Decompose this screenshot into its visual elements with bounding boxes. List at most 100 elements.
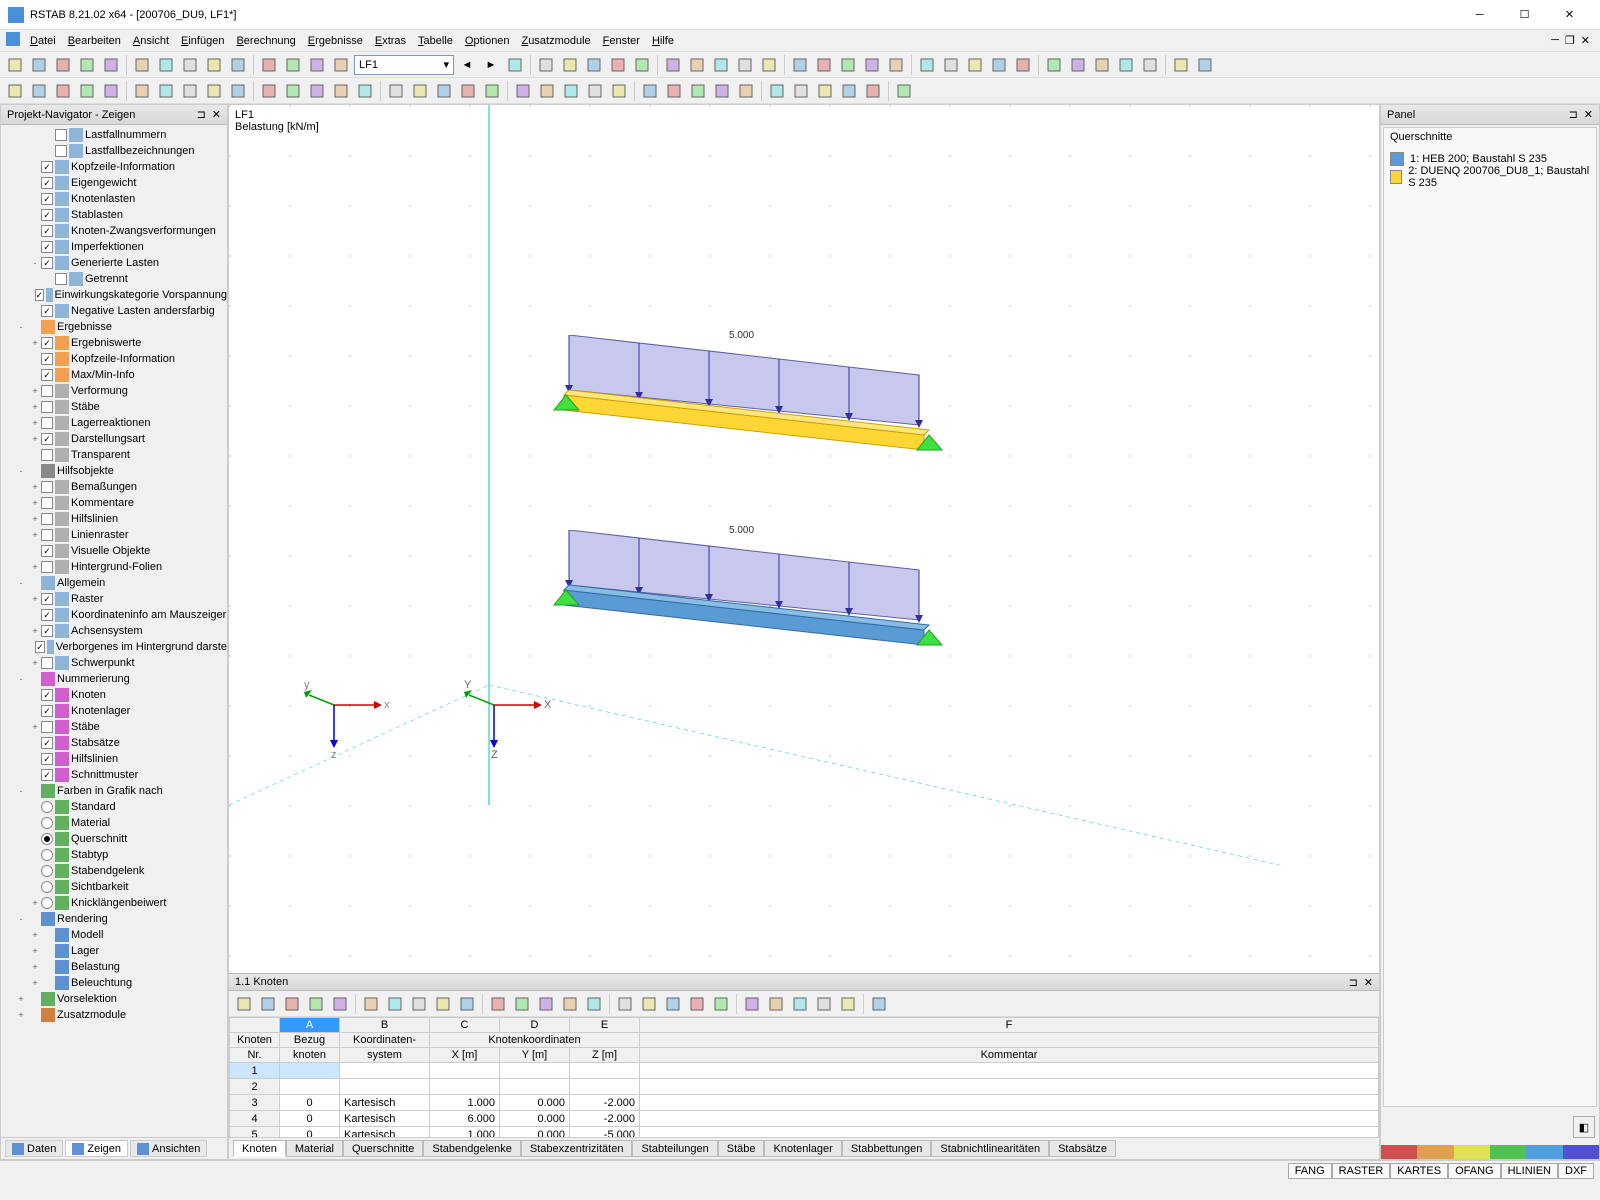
toolbar-button[interactable] [1115,54,1137,76]
toolbar-button[interactable] [1139,54,1161,76]
expand-icon[interactable]: + [29,625,41,637]
toolbar-button[interactable] [306,54,328,76]
expand-icon[interactable] [29,241,41,253]
table-row[interactable]: 40Kartesisch6.0000.000-2.000 [230,1111,1379,1127]
menu-item-optionen[interactable]: Optionen [459,33,516,49]
checkbox[interactable] [55,129,67,141]
menu-item-extras[interactable]: Extras [369,33,412,49]
expand-icon[interactable]: + [29,561,41,573]
toolbar-button[interactable] [28,54,50,76]
tree-node[interactable]: -Allgemein [1,575,227,591]
viewport-3d[interactable]: LF1 Belastung [kN/m] [229,105,1379,973]
expand-icon[interactable] [29,769,41,781]
panel-button-1[interactable]: ◧ [1573,1116,1595,1138]
toolbar-button[interactable] [258,80,280,102]
toolbar-button[interactable] [1067,54,1089,76]
checkbox[interactable] [55,145,67,157]
tree-node[interactable]: +✓Achsensystem [1,623,227,639]
toolbar-button[interactable] [687,80,709,102]
tree-node[interactable]: +Stäbe [1,399,227,415]
toolbar-button[interactable] [203,54,225,76]
radio[interactable] [41,849,53,861]
tree-node[interactable]: +Vorselektion [1,991,227,1007]
status-button-ofang[interactable]: OFANG [1448,1163,1501,1179]
tree-node[interactable]: -Ergebnisse [1,319,227,335]
toolbar-button[interactable] [28,80,50,102]
tree-node[interactable]: +Verformung [1,383,227,399]
toolbar-button[interactable] [686,993,708,1015]
expand-icon[interactable]: + [29,385,41,397]
grid-tab[interactable]: Knotenlager [764,1140,841,1157]
toolbar-button[interactable] [741,993,763,1015]
expand-icon[interactable] [43,129,55,141]
tree-node[interactable]: ✓Koordinateninfo am Mauszeiger [1,607,227,623]
expand-icon[interactable]: - [15,321,27,333]
toolbar-button[interactable] [100,80,122,102]
tree-node[interactable]: +✓Raster [1,591,227,607]
menu-item-hilfe[interactable]: Hilfe [646,33,680,49]
toolbar-button[interactable] [608,80,630,102]
checkbox[interactable]: ✓ [41,705,53,717]
toolbar-button[interactable] [4,54,26,76]
tree-node[interactable]: ✓Einwirkungskategorie Vorspannung [1,287,227,303]
checkbox[interactable]: ✓ [41,225,53,237]
toolbar-button[interactable] [765,993,787,1015]
tree-node[interactable]: ✓Negative Lasten andersfarbig [1,303,227,319]
expand-icon[interactable]: - [15,673,27,685]
toolbar-button[interactable] [638,993,660,1015]
tree-node[interactable]: -Rendering [1,911,227,927]
expand-icon[interactable] [43,273,55,285]
menu-item-bearbeiten[interactable]: Bearbeiten [62,33,127,49]
tree-node[interactable]: Lastfallnummern [1,127,227,143]
tree-node[interactable]: +Linienraster [1,527,227,543]
mdi-minimize-button[interactable]: ─ [1551,34,1559,47]
tree-node[interactable]: ✓Knoten [1,687,227,703]
checkbox[interactable]: ✓ [41,609,53,621]
tree-node[interactable]: ✓Knoten-Zwangsverformungen [1,223,227,239]
expand-icon[interactable] [29,753,41,765]
tree-node[interactable]: +Knicklängenbeiwert [1,895,227,911]
toolbar-button[interactable] [131,80,153,102]
pin-icon[interactable]: ⊐ [197,108,206,121]
toolbar-button[interactable] [893,80,915,102]
checkbox[interactable]: ✓ [41,177,53,189]
expand-icon[interactable] [29,865,41,877]
tree-node[interactable]: +Hintergrund-Folien [1,559,227,575]
expand-icon[interactable]: + [29,721,41,733]
expand-icon[interactable] [29,353,41,365]
toolbar-button[interactable] [76,54,98,76]
expand-icon[interactable]: + [29,961,41,973]
checkbox[interactable]: ✓ [41,209,53,221]
toolbar-button[interactable] [258,54,280,76]
toolbar-button[interactable] [639,80,661,102]
table-row[interactable]: 2 [230,1079,1379,1095]
status-button-raster[interactable]: RASTER [1332,1163,1391,1179]
mdi-close-button[interactable]: ✕ [1581,34,1590,47]
menu-item-tabelle[interactable]: Tabelle [412,33,459,49]
tree-node[interactable]: +Lager [1,943,227,959]
grid-tab[interactable]: Knoten [233,1140,286,1157]
toolbar-button[interactable] [179,54,201,76]
expand-icon[interactable]: + [29,929,41,941]
expand-icon[interactable]: + [29,337,41,349]
toolbar-button[interactable] [583,54,605,76]
toolbar-button[interactable] [511,993,533,1015]
checkbox[interactable]: ✓ [41,769,53,781]
expand-icon[interactable]: + [29,593,41,605]
toolbar-button[interactable] [52,80,74,102]
nav-tab-ansichten[interactable]: Ansichten [130,1140,207,1157]
expand-icon[interactable]: + [29,945,41,957]
grid-close-icon[interactable]: ✕ [1364,976,1373,989]
menu-item-einfügen[interactable]: Einfügen [175,33,230,49]
tree-node[interactable]: +Hilfslinien [1,511,227,527]
expand-icon[interactable]: + [29,417,41,429]
toolbar-button[interactable] [559,993,581,1015]
toolbar-button[interactable] [758,54,780,76]
menu-item-datei[interactable]: Datei [24,33,62,49]
tree-node[interactable]: Stabtyp [1,847,227,863]
toolbar-button[interactable] [964,54,986,76]
tree-node[interactable]: Standard [1,799,227,815]
toolbar-button[interactable] [1170,54,1192,76]
close-button[interactable]: ✕ [1547,0,1592,30]
toolbar-button[interactable] [631,54,653,76]
